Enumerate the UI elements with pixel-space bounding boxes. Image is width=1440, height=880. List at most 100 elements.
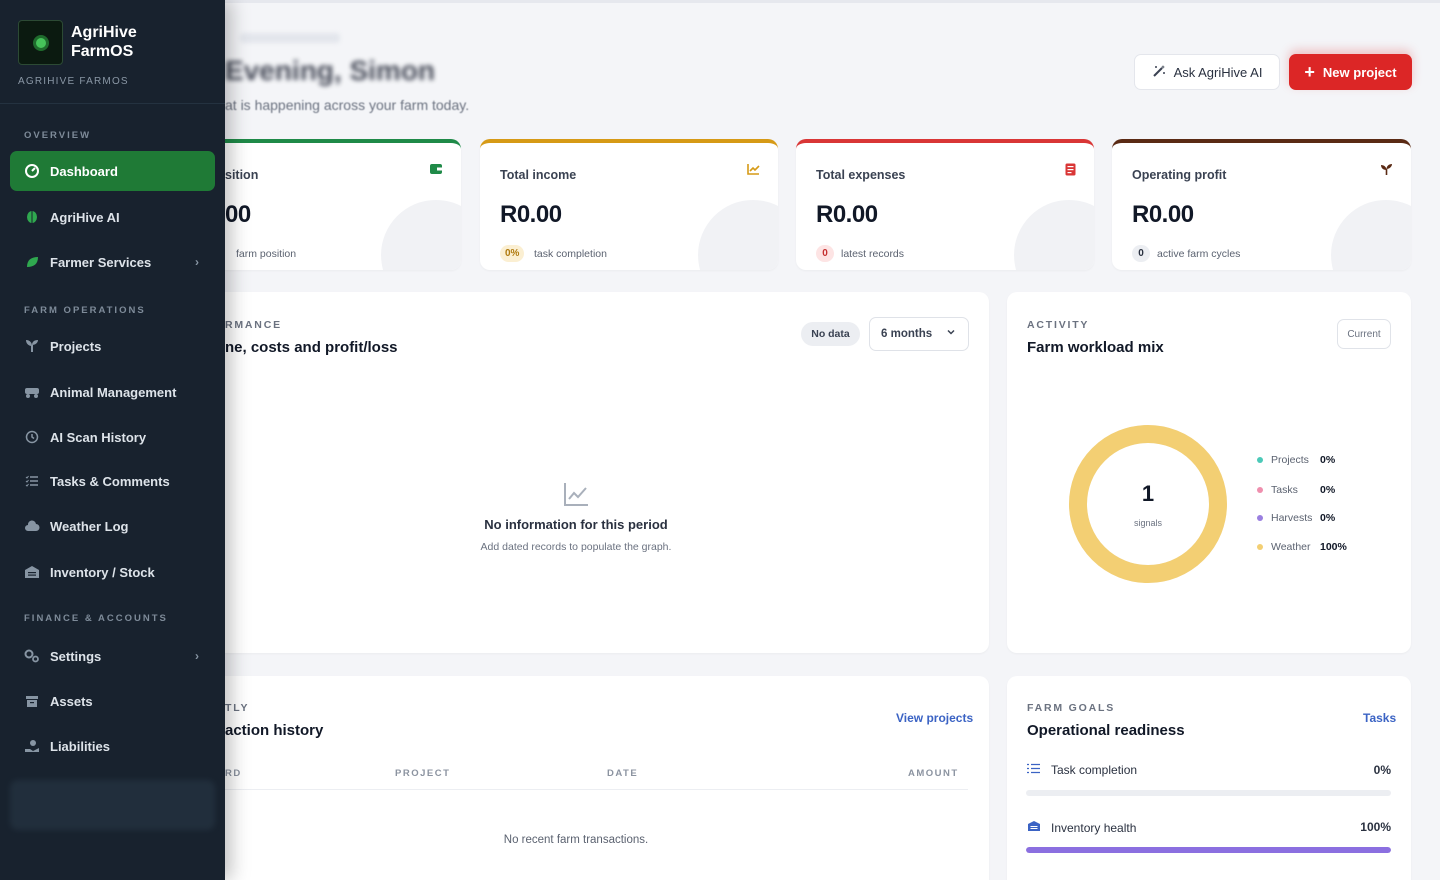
sidebar-item-label: Dashboard: [50, 163, 118, 179]
legend-dot: [1257, 487, 1263, 493]
section-finance-accounts: FINANCE & ACCOUNTS: [24, 613, 168, 624]
sidebar-item-label: Tasks & Comments: [50, 473, 170, 489]
column-header-project: PROJECT: [395, 768, 451, 779]
column-header-amount: AMOUNT: [908, 768, 959, 779]
activity-eyebrow: ACTIVITY: [1027, 319, 1090, 331]
stat-label: Operating profit: [1132, 168, 1227, 182]
sidebar-item-weather-log[interactable]: Weather Log: [10, 506, 215, 546]
sidebar-item-assets[interactable]: Assets: [10, 681, 215, 721]
sidebar-item-label: Inventory / Stock: [50, 564, 155, 580]
sidebar-item-label: AgriHive AI: [50, 209, 120, 225]
sidebar-item-label: Projects: [50, 338, 102, 354]
sidebar-item-settings[interactable]: Settings ›: [10, 636, 215, 676]
plus-icon: +: [1304, 62, 1315, 82]
current-button[interactable]: Current: [1337, 319, 1391, 349]
card-decoration: [698, 200, 778, 270]
warehouse-icon: [24, 564, 40, 580]
sidebar-item-tasks-comments[interactable]: Tasks & Comments: [10, 461, 215, 501]
cloud-icon: [24, 518, 40, 534]
stat-label: Total expenses: [816, 168, 906, 182]
goal-label: Task completion: [1051, 763, 1138, 777]
ask-ai-label: Ask AgriHive AI: [1173, 64, 1263, 80]
table-divider: [225, 789, 968, 790]
new-project-button[interactable]: + New project: [1289, 54, 1412, 90]
sidebar-item-projects[interactable]: Projects: [10, 326, 215, 366]
card-decoration: [1331, 200, 1411, 270]
goal-label: Inventory health: [1051, 820, 1137, 835]
dashboard-icon: [24, 163, 40, 179]
sidebar-item-farmer-services[interactable]: Farmer Services ›: [10, 242, 215, 282]
sidebar-item-liabilities[interactable]: Liabilities: [10, 726, 215, 766]
section-farm-operations: FARM OPERATIONS: [24, 305, 146, 316]
brand-logo[interactable]: [18, 20, 63, 65]
legend-label: Harvests: [1271, 512, 1313, 524]
sidebar-item-inventory-stock[interactable]: Inventory / Stock: [10, 552, 215, 592]
period-select[interactable]: 6 months: [869, 317, 969, 351]
stat-value: R0.00: [500, 201, 562, 228]
legend-item-projects: Projects 0%: [1257, 453, 1357, 467]
sidebar-item-ai-scan-history[interactable]: AI Scan History: [10, 417, 215, 457]
sidebar-item-label: Animal Management: [50, 384, 177, 400]
gears-icon: [24, 648, 40, 664]
sidebar-item-label: Liabilities: [50, 738, 110, 754]
sidebar-item-agrihive-ai[interactable]: AgriHive AI: [10, 197, 215, 237]
goal-value: 0%: [1373, 763, 1391, 777]
goal-progress-bar: [1026, 790, 1391, 796]
performance-eyebrow: RMANCE: [225, 319, 282, 331]
archive-icon: [24, 693, 40, 709]
transactions-eyebrow: TLY: [225, 702, 250, 714]
sidebar-item-label: Settings: [50, 648, 102, 664]
stat-label: sition: [225, 168, 259, 182]
stat-label: Total income: [500, 168, 577, 182]
stat-badge: 0: [1132, 245, 1150, 262]
period-select-value: 6 months: [881, 328, 933, 340]
sprout-icon: [1380, 163, 1393, 179]
stat-card-income: Total income R0.00 0% task completion: [480, 139, 778, 270]
stat-note: farm position: [236, 248, 297, 260]
history-icon: [24, 429, 40, 445]
list-icon: [1027, 763, 1043, 777]
chevron-down-icon: [946, 327, 956, 340]
legend-dot: [1257, 544, 1263, 550]
sidebar-item-animal-management[interactable]: Animal Management: [10, 372, 215, 412]
legend-label: Tasks: [1271, 484, 1298, 496]
wallet-icon: [430, 163, 443, 178]
section-overview: OVERVIEW: [24, 130, 92, 141]
sidebar-item-label: Assets: [50, 693, 93, 709]
column-header-record: RD: [225, 768, 242, 779]
stat-badge: 0: [816, 245, 834, 262]
stat-value: R0.00: [1132, 201, 1194, 228]
receipt-icon: [1065, 163, 1076, 179]
view-projects-link[interactable]: View projects: [896, 711, 973, 725]
performance-title: ne, costs and profit/loss: [225, 339, 398, 356]
sidebar: AgriHive FarmOS AGRIHIVE FARMOS OVERVIEW…: [0, 0, 225, 880]
leaf-slanted-icon: [24, 254, 40, 270]
ask-ai-button[interactable]: Ask AgriHive AI: [1134, 54, 1280, 90]
stat-card-position: sition 00 farm position: [225, 139, 461, 270]
hand-coin-icon: [24, 738, 40, 754]
stat-value: 00: [225, 201, 251, 228]
tasks-link[interactable]: Tasks: [1363, 711, 1396, 725]
tractor-icon: [24, 384, 40, 400]
stat-note: task completion: [534, 248, 607, 260]
legend-item-tasks: Tasks 0%: [1257, 483, 1357, 497]
sidebar-item-dashboard[interactable]: Dashboard: [10, 151, 215, 191]
legend-value: 0%: [1320, 484, 1336, 496]
donut-center-label: signals: [1133, 518, 1162, 528]
no-data-badge: No data: [801, 322, 860, 346]
chart-line-icon: [562, 480, 590, 508]
logo-mark-icon: [35, 37, 46, 48]
brand-name: AgriHive FarmOS: [71, 24, 137, 60]
legend-value: 100%: [1320, 541, 1347, 553]
page-title: Evening, Simon: [225, 55, 436, 86]
goal-progress-fill: [1026, 847, 1391, 853]
goal-progress-bar: [1026, 847, 1391, 853]
chart-line-icon: [747, 163, 760, 178]
stat-value: R0.00: [816, 201, 878, 228]
sidebar-item-label: Weather Log: [50, 518, 129, 534]
goal-task-completion: Task completion: [1027, 763, 1137, 777]
card-decoration: [381, 200, 461, 270]
user-profile-card[interactable]: [10, 780, 215, 830]
new-project-label: New project: [1322, 64, 1397, 80]
brand-subtitle: AGRIHIVE FARMOS: [18, 76, 129, 87]
